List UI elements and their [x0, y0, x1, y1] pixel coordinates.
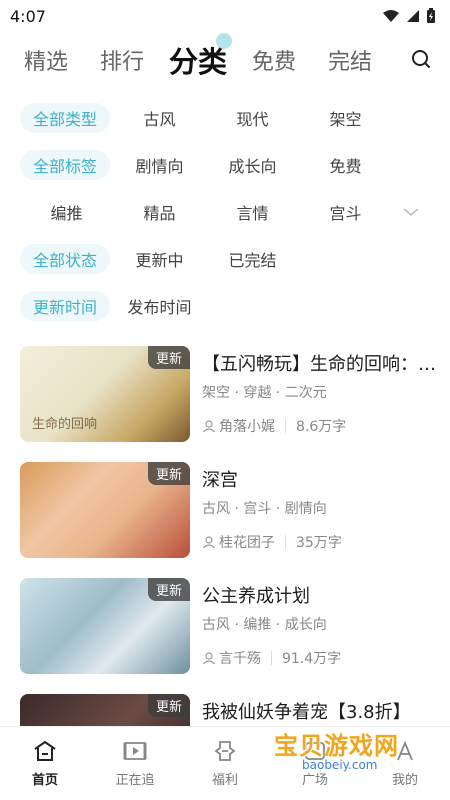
update-badge: 更新 [147, 578, 190, 601]
status-time: 4:07 [10, 6, 46, 26]
chip-tag-plot[interactable]: 剧情向 [113, 150, 206, 180]
chip-sort-publish-time[interactable]: 发布时间 [113, 291, 206, 321]
book-meta: 角落小娓 8.6万字 [202, 416, 450, 436]
update-badge: 更新 [147, 694, 190, 717]
list-item[interactable]: 生命的回响 更新 【五闪畅玩】生命的回响：… 架空 · 穿越 · 二次元 角落小… [0, 346, 450, 462]
book-tags: 古风 · 宫斗 · 剧情向 [202, 501, 327, 517]
book-title[interactable]: 深宫 [202, 466, 450, 492]
chip-tag-romance[interactable]: 言情 [206, 197, 299, 227]
book-author: 桂花团子 [219, 535, 275, 551]
list-item[interactable]: 更新 公主养成计划 古风 · 编推 · 成长向 言千殇 91.4万字 [0, 578, 450, 694]
play-icon [123, 742, 147, 760]
list-item[interactable]: 更新 深宫 古风 · 宫斗 · 剧情向 桂花团子 35万字 [0, 462, 450, 578]
user-icon [203, 420, 215, 433]
chip-tag-free[interactable]: 免费 [299, 150, 392, 180]
update-badge: 更新 [147, 462, 190, 485]
filter-row-tags-2: 编推 精品 言情 宫斗 [0, 188, 450, 235]
chip-status-finished[interactable]: 已完结 [206, 244, 299, 274]
nav-welfare-label: 福利 [211, 773, 238, 788]
book-tags: 古风 · 编推 · 成长向 [202, 617, 327, 633]
filter-row-sort: 更新时间 发布时间 [0, 282, 450, 329]
chip-type-ancient[interactable]: 古风 [113, 103, 206, 133]
book-title[interactable]: 【五闪畅玩】生命的回响：… [202, 350, 450, 376]
filter-row-status: 全部状态 更新中 已完结 [0, 235, 450, 282]
divider [271, 651, 272, 665]
divider [285, 535, 286, 549]
chip-tag-palace[interactable]: 宫斗 [299, 197, 392, 227]
signal-icon [407, 10, 419, 22]
nav-following[interactable]: 正在追 [90, 727, 180, 800]
watermark-text: 宝贝游戏网 [274, 732, 399, 760]
user-icon [203, 652, 215, 665]
cover-title: 生命的回响 [32, 417, 98, 432]
tab-category[interactable]: 分类 [160, 33, 236, 81]
top-tab-bar: 精选 排行 分类 免费 完结 [0, 32, 450, 88]
watermark-url: baobeiy.com [302, 758, 378, 772]
user-icon [203, 536, 215, 549]
category-filters: 全部类型 古风 现代 架空 全部标签 剧情向 成长向 免费 编推 精品 言情 宫… [0, 88, 450, 329]
chip-all-tags[interactable]: 全部标签 [20, 149, 110, 180]
tab-featured[interactable]: 精选 [8, 44, 84, 76]
book-cover[interactable]: 生命的回响 更新 [20, 346, 190, 442]
chip-tag-growth[interactable]: 成长向 [206, 150, 299, 180]
divider [285, 419, 286, 433]
book-meta: 言千殇 91.4万字 [202, 648, 450, 668]
book-info: 公主养成计划 古风 · 编推 · 成长向 言千殇 91.4万字 [202, 578, 450, 694]
status-icons [382, 8, 436, 24]
chip-tag-premium[interactable]: 精品 [113, 197, 206, 227]
chip-type-fictional[interactable]: 架空 [299, 103, 392, 133]
chip-type-modern[interactable]: 现代 [206, 103, 299, 133]
watermark: 宝贝游戏网 baobeiy.com [272, 724, 422, 784]
book-author: 角落小娓 [219, 419, 275, 435]
active-tab-dot [216, 33, 232, 49]
book-title[interactable]: 公主养成计划 [202, 582, 450, 608]
book-title[interactable]: 我被仙妖争着宠【3.8折】 [202, 698, 450, 724]
book-info: 深宫 古风 · 宫斗 · 剧情向 桂花团子 35万字 [202, 462, 450, 578]
nav-welfare[interactable]: 福利 [180, 727, 270, 800]
book-author: 言千殇 [219, 651, 261, 667]
chevron-down-icon[interactable] [402, 207, 420, 217]
chip-sort-update-time[interactable]: 更新时间 [20, 290, 110, 321]
book-word-count: 35万字 [296, 535, 342, 551]
nav-home-label: 首页 [31, 773, 58, 788]
chip-status-updating[interactable]: 更新中 [113, 244, 206, 274]
book-word-count: 91.4万字 [282, 651, 342, 667]
tab-free[interactable]: 免费 [236, 44, 312, 76]
filter-row-type: 全部类型 古风 现代 架空 [0, 94, 450, 141]
chip-all-types[interactable]: 全部类型 [20, 102, 110, 133]
nav-following-label: 正在追 [115, 773, 155, 788]
book-tags: 架空 · 穿越 · 二次元 [202, 385, 327, 401]
search-icon[interactable] [410, 48, 432, 70]
status-bar: 4:07 [0, 0, 450, 32]
book-meta: 桂花团子 35万字 [202, 532, 450, 552]
update-badge: 更新 [147, 346, 190, 369]
wifi-icon [383, 10, 399, 22]
book-cover[interactable]: 更新 [20, 578, 190, 674]
book-word-count: 8.6万字 [296, 419, 347, 435]
tab-ranking[interactable]: 排行 [84, 44, 160, 76]
book-cover[interactable]: 更新 [20, 462, 190, 558]
tab-completed[interactable]: 完结 [312, 44, 388, 76]
gift-icon [214, 741, 236, 761]
chip-tag-editor-pick[interactable]: 编推 [20, 197, 113, 227]
battery-icon [427, 8, 435, 23]
tab-category-label: 分类 [168, 45, 227, 79]
filter-row-tags: 全部标签 剧情向 成长向 免费 [0, 141, 450, 188]
book-info: 【五闪畅玩】生命的回响：… 架空 · 穿越 · 二次元 角落小娓 8.6万字 [202, 346, 450, 462]
home-icon [34, 740, 56, 761]
chip-all-status[interactable]: 全部状态 [20, 243, 110, 274]
nav-home[interactable]: 首页 [0, 727, 90, 800]
